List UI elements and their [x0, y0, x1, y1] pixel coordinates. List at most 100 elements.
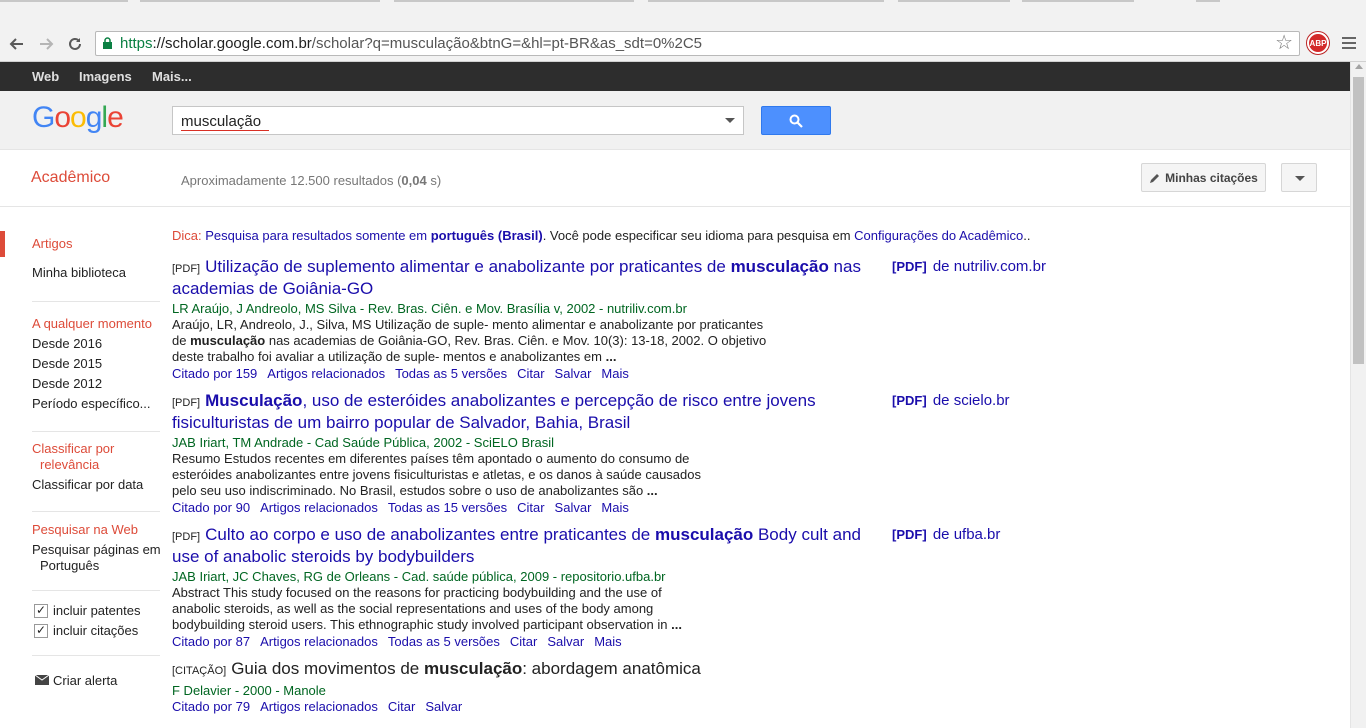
result-item: [PDF] Culto ao corpo e uso de anabolizant…: [172, 525, 872, 649]
arrow-right-icon: [40, 38, 54, 50]
result-title-link[interactable]: [PDF] Culto ao corpo e uso de anabolizant…: [172, 525, 872, 567]
scrollbar-thumb[interactable]: [1353, 77, 1364, 364]
include-patents-label[interactable]: incluir patentes: [53, 603, 140, 618]
pdf-source-link[interactable]: [PDF] de nutriliv.com.br: [892, 258, 1046, 275]
sidebar-item-search-web[interactable]: Pesquisar na Web: [32, 522, 138, 537]
search-icon: [789, 114, 803, 128]
browser-tabstrip: [0, 0, 1366, 28]
result-item: [PDF] Utilização de suplemento alimentar …: [172, 257, 872, 381]
search-button[interactable]: [761, 106, 831, 135]
active-indicator: [0, 231, 5, 257]
all-versions-link[interactable]: Todas as 5 versões: [388, 634, 500, 649]
include-patents-checkbox[interactable]: ✓: [34, 604, 48, 618]
nav-more-link[interactable]: Mais...: [152, 69, 192, 84]
sidebar-item-custom-range[interactable]: Período específico...: [32, 396, 151, 411]
result-item: [PDF] Musculação, uso de esteróides anabo…: [172, 391, 872, 515]
google-logo[interactable]: Google: [32, 101, 124, 135]
divider: [32, 431, 160, 432]
tab-edge[interactable]: [898, 0, 1010, 2]
tab-edge[interactable]: [1022, 0, 1134, 2]
cite-link[interactable]: Citar: [517, 500, 544, 515]
sidebar-item-library[interactable]: Minha biblioteca: [32, 265, 126, 280]
sidebar-item-search-pt[interactable]: Pesquisar páginas em: [32, 542, 161, 557]
nav-web-link[interactable]: Web: [32, 69, 59, 84]
forward-button[interactable]: [34, 33, 58, 55]
tip-language-link[interactable]: Pesquisa para resultados somente em port…: [205, 228, 542, 243]
reload-button[interactable]: [63, 33, 87, 55]
related-articles-link[interactable]: Artigos relacionados: [260, 699, 378, 714]
tab-edge[interactable]: [140, 0, 380, 2]
cite-link[interactable]: Citar: [510, 634, 537, 649]
tip-settings-link[interactable]: Configurações do Acadêmico: [854, 228, 1023, 243]
create-alert-link[interactable]: Criar alerta: [53, 673, 117, 688]
tab-edge[interactable]: [394, 0, 634, 2]
page-scrollbar[interactable]: [1350, 62, 1366, 728]
include-citations-label[interactable]: incluir citações: [53, 623, 138, 638]
scholar-brand[interactable]: Acadêmico: [31, 169, 110, 187]
google-nav-bar: Web Imagens Mais...: [0, 62, 1350, 91]
chevron-down-icon: [1295, 176, 1305, 181]
related-articles-link[interactable]: Artigos relacionados: [260, 634, 378, 649]
cite-link[interactable]: Citar: [517, 366, 544, 381]
save-link[interactable]: Salvar: [555, 366, 592, 381]
result-actions: Citado por 90 Artigos relacionados Todas a…: [172, 500, 872, 515]
cited-by-link[interactable]: Citado por 90: [172, 500, 250, 515]
options-dropdown-button[interactable]: [1281, 163, 1317, 192]
result-snippet: Araújo, LR, Andreolo, J., Silva, MS Util…: [172, 317, 767, 364]
result-actions: Citado por 79 Artigos relacionados Citar Sa…: [172, 699, 872, 714]
cited-by-link[interactable]: Citado por 87: [172, 634, 250, 649]
address-bar[interactable]: https://scholar.google.com.br/scholar?q=…: [95, 31, 1300, 56]
more-link[interactable]: Mais: [601, 366, 628, 381]
include-citations-checkbox[interactable]: ✓: [34, 624, 48, 638]
all-versions-link[interactable]: Todas as 5 versões: [395, 366, 507, 381]
result-snippet: Abstract This study focused on the reaso…: [172, 585, 682, 632]
cited-by-link[interactable]: Citado por 79: [172, 699, 250, 714]
result-title-link[interactable]: [PDF] Utilização de suplemento alimentar …: [172, 257, 872, 299]
tab-edge[interactable]: [0, 0, 128, 2]
envelope-icon[interactable]: [35, 675, 49, 685]
save-link[interactable]: Salvar: [547, 634, 584, 649]
divider: [32, 511, 160, 512]
search-header: Google musculação: [0, 91, 1350, 150]
nav-images-link[interactable]: Imagens: [79, 69, 132, 84]
sidebar-item-any-time[interactable]: A qualquer momento: [32, 316, 152, 331]
chevron-down-icon[interactable]: [725, 118, 735, 123]
sidebar-item-search-pt-cont[interactable]: Português: [40, 558, 99, 573]
all-versions-link[interactable]: Todas as 15 versões: [388, 500, 507, 515]
lock-icon: [103, 37, 112, 49]
divider: [32, 301, 160, 302]
more-link[interactable]: Mais: [594, 634, 621, 649]
my-citations-button[interactable]: Minhas citações: [1141, 163, 1266, 192]
search-input[interactable]: musculação: [172, 106, 744, 135]
pdf-source-link[interactable]: [PDF] de scielo.br: [892, 392, 1010, 409]
back-button[interactable]: [5, 33, 29, 55]
sidebar-item-sort-relevance-cont[interactable]: relevância: [40, 457, 99, 472]
tab-edge[interactable]: [648, 0, 884, 2]
sidebar-item-sort-date[interactable]: Classificar por data: [32, 477, 143, 492]
bookmark-star-icon[interactable]: ☆: [1275, 33, 1293, 53]
result-authors: JAB Iriart, TM Andrade - Cad Saúde Públi…: [172, 435, 554, 450]
scroll-up-icon[interactable]: [1355, 64, 1363, 69]
url-text: https://scholar.google.com.br/scholar?q=…: [120, 35, 703, 52]
adblock-plus-icon[interactable]: ABP: [1307, 32, 1329, 54]
cite-link[interactable]: Citar: [388, 699, 415, 714]
language-tip: Dica: Pesquisa para resultados somente e…: [172, 228, 1031, 243]
save-link[interactable]: Salvar: [555, 500, 592, 515]
results-subheader: Acadêmico Aproximadamente 12.500 resulta…: [0, 150, 1350, 207]
results-stats: Aproximadamente 12.500 resultados (0,04 …: [181, 173, 442, 188]
sidebar-item-since-2015[interactable]: Desde 2015: [32, 356, 102, 371]
sidebar-item-sort-relevance[interactable]: Classificar por: [32, 441, 114, 456]
sidebar-item-since-2012[interactable]: Desde 2012: [32, 376, 102, 391]
save-link[interactable]: Salvar: [425, 699, 462, 714]
related-articles-link[interactable]: Artigos relacionados: [267, 366, 385, 381]
pdf-source-link[interactable]: [PDF] de ufba.br: [892, 526, 1000, 543]
sidebar-item-since-2016[interactable]: Desde 2016: [32, 336, 102, 351]
result-title-link[interactable]: [PDF] Musculação, uso de esteróides anabo…: [172, 391, 872, 433]
more-link[interactable]: Mais: [601, 500, 628, 515]
browser-menu-icon[interactable]: [1340, 34, 1358, 54]
cited-by-link[interactable]: Citado por 159: [172, 366, 257, 381]
related-articles-link[interactable]: Artigos relacionados: [260, 500, 378, 515]
result-title[interactable]: [CITAÇÃO] Guia dos movimentos de musculaç…: [172, 659, 872, 681]
sidebar-item-articles[interactable]: Artigos: [32, 236, 72, 251]
tab-edge[interactable]: [1196, 0, 1220, 2]
